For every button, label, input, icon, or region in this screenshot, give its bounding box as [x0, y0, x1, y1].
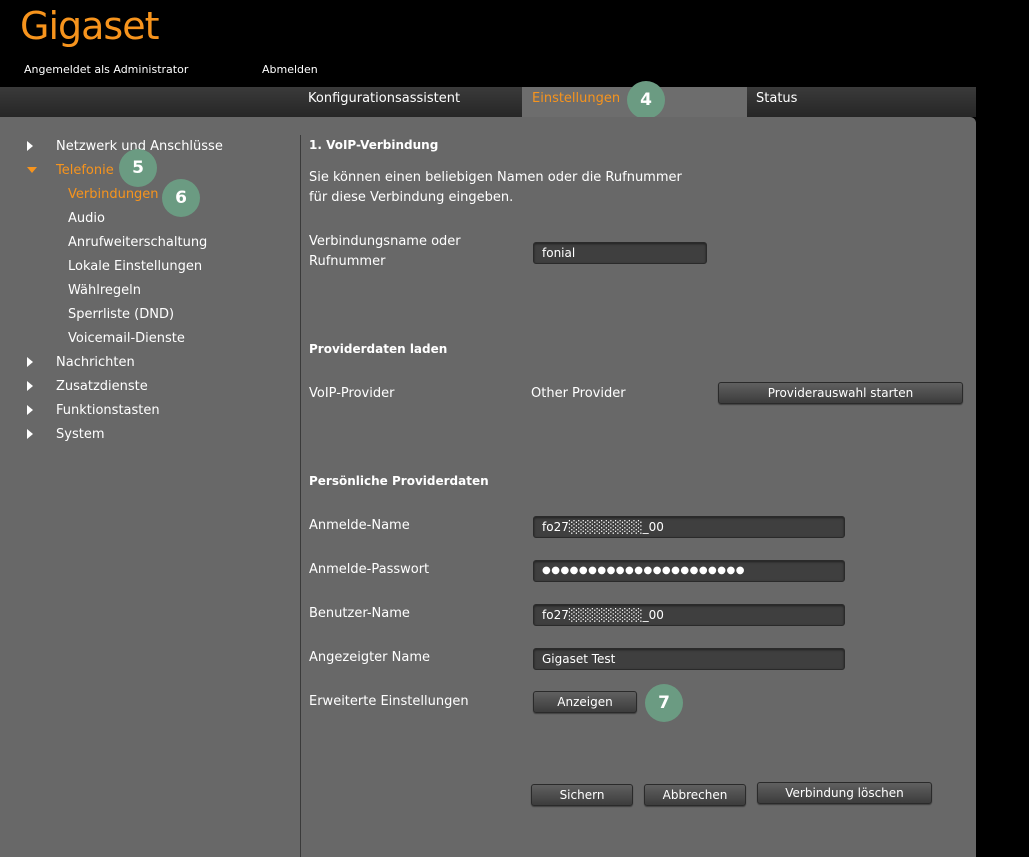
sidebar-item-local-settings[interactable]: Lokale Einstellungen — [68, 259, 202, 274]
step-badge-6: 6 — [162, 179, 200, 217]
show-advanced-button[interactable]: Anzeigen — [533, 691, 637, 713]
tab-bar: Konfigurationsassistent Einstellungen St… — [0, 87, 976, 117]
display-name-label: Angezeigter Name — [309, 650, 430, 665]
tab-configuration-wizard[interactable]: Konfigurationsassistent — [308, 87, 460, 117]
provider-data-title: Providerdaten laden — [309, 342, 448, 356]
sidebar-divider — [300, 135, 301, 857]
connection-name-label-1: Verbindungsname oder — [309, 234, 461, 249]
connection-name-input[interactable]: fonial — [533, 242, 707, 264]
sidebar-item-messages[interactable]: Nachrichten — [56, 355, 135, 370]
expand-arrow-icon[interactable] — [27, 141, 33, 151]
gigaset-logo: Gigaset — [20, 4, 159, 48]
sidebar-item-function-keys[interactable]: Funktionstasten — [56, 403, 160, 418]
expand-arrow-icon[interactable] — [27, 357, 33, 367]
step-badge-7: 7 — [645, 684, 683, 722]
cancel-button[interactable]: Abbrechen — [644, 784, 746, 806]
connection-name-label-2: Rufnummer — [309, 254, 386, 269]
collapse-arrow-icon[interactable] — [27, 167, 37, 173]
voip-connection-title: 1. VoIP-Verbindung — [309, 138, 439, 152]
step-badge-4: 4 — [627, 81, 665, 119]
voip-provider-value: Other Provider — [531, 386, 626, 401]
save-button[interactable]: Sichern — [531, 784, 633, 806]
login-name-input[interactable]: fo27░░░░░░░░_00 — [533, 516, 845, 538]
logout-link[interactable]: Abmelden — [262, 63, 318, 76]
sidebar-item-audio[interactable]: Audio — [68, 211, 105, 226]
tab-status[interactable]: Status — [756, 87, 797, 117]
voip-provider-label: VoIP-Provider — [309, 386, 395, 401]
intro-text-line-1: Sie können einen beliebigen Namen oder d… — [309, 170, 682, 185]
step-badge-5: 5 — [119, 149, 157, 187]
user-name-label: Benutzer-Name — [309, 606, 410, 621]
login-password-input[interactable]: ●●●●●●●●●●●●●●●●●●●●●● — [533, 560, 845, 582]
sidebar-item-call-forwarding[interactable]: Anrufweiterschaltung — [68, 235, 207, 250]
sidebar-item-telephony[interactable]: Telefonie — [56, 163, 114, 178]
sidebar-item-additional-services[interactable]: Zusatzdienste — [56, 379, 148, 394]
sidebar-item-block-list[interactable]: Sperrliste (DND) — [68, 307, 174, 322]
sidebar-item-dial-rules[interactable]: Wählregeln — [68, 283, 141, 298]
start-provider-selection-button[interactable]: Providerauswahl starten — [718, 382, 963, 404]
delete-connection-button[interactable]: Verbindung löschen — [757, 782, 932, 804]
expand-arrow-icon[interactable] — [27, 429, 33, 439]
sidebar-item-system[interactable]: System — [56, 427, 104, 442]
advanced-settings-label: Erweiterte Einstellungen — [309, 694, 469, 709]
personal-provider-data-title: Persönliche Providerdaten — [309, 474, 489, 488]
login-password-label: Anmelde-Passwort — [309, 562, 430, 577]
display-name-input[interactable]: Gigaset Test — [533, 648, 845, 670]
login-name-label: Anmelde-Name — [309, 518, 410, 533]
sidebar-item-connections[interactable]: Verbindungen — [68, 187, 159, 202]
sidebar-item-voicemail[interactable]: Voicemail-Dienste — [68, 331, 185, 346]
user-name-input[interactable]: fo27░░░░░░░░_00 — [533, 604, 845, 626]
login-info: Angemeldet als Administrator — [24, 63, 189, 76]
expand-arrow-icon[interactable] — [27, 405, 33, 415]
intro-text-line-2: für diese Verbindung eingeben. — [309, 190, 514, 205]
expand-arrow-icon[interactable] — [27, 381, 33, 391]
